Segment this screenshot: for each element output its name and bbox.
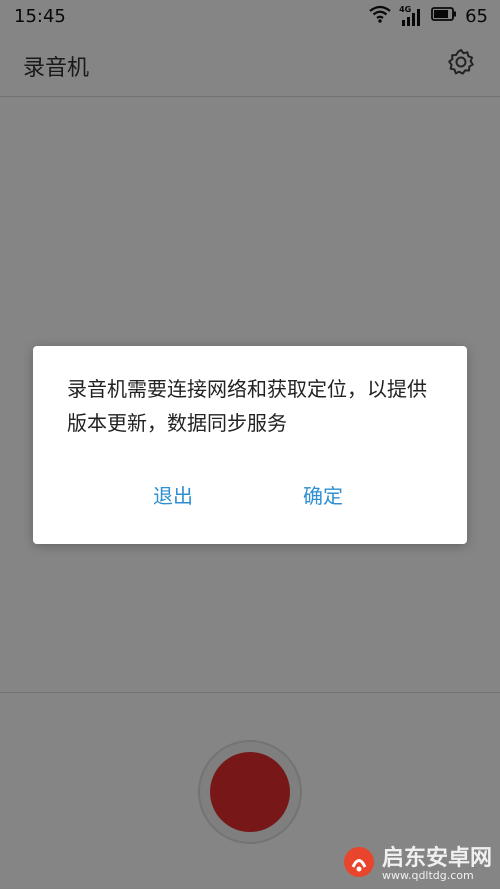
watermark: 启东安卓网 www.qdltdg.com — [342, 845, 492, 883]
watermark-name: 启东安卓网 — [381, 845, 492, 871]
watermark-text: 启东安卓网 www.qdltdg.com — [382, 847, 492, 882]
watermark-logo-icon — [342, 845, 376, 883]
dialog-message: 录音机需要连接网络和获取定位，以提供版本更新，数据同步服务 — [67, 377, 427, 435]
watermark-url: www.qdltdg.com — [381, 868, 474, 882]
permission-dialog: 录音机需要连接网络和获取定位，以提供版本更新，数据同步服务 退出 确定 — [33, 346, 467, 544]
confirm-button[interactable]: 确定 — [295, 476, 351, 513]
exit-button[interactable]: 退出 — [145, 476, 201, 513]
